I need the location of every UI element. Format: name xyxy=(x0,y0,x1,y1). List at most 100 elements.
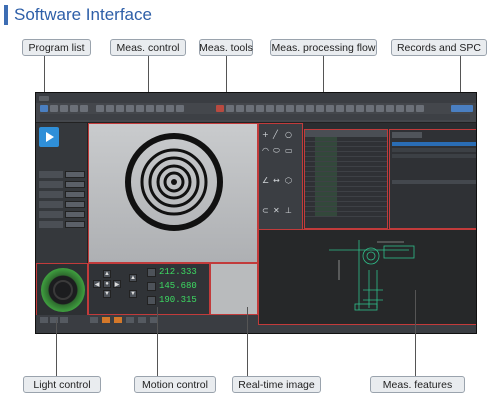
program-list-panel xyxy=(36,123,88,263)
angle-tool-icon[interactable]: ∠ xyxy=(262,176,269,185)
toolbar-icon[interactable] xyxy=(296,105,304,112)
run-program-button[interactable] xyxy=(39,127,59,147)
toolbar-icon[interactable] xyxy=(386,105,394,112)
toolbar-icon[interactable] xyxy=(136,105,144,112)
toolbar-icon[interactable] xyxy=(326,105,334,112)
toolbar-icon[interactable] xyxy=(336,105,344,112)
leader-realtime-image xyxy=(247,307,248,376)
toolbar-icon[interactable] xyxy=(166,105,174,112)
toolbar-icon[interactable] xyxy=(50,105,58,112)
callout-meas-flow: Meas. processing flow xyxy=(270,39,377,56)
records-row[interactable] xyxy=(392,154,476,158)
toolbar-icon[interactable] xyxy=(416,105,424,112)
toolbar-chip[interactable] xyxy=(138,317,146,323)
toolbar-icon[interactable] xyxy=(216,105,224,112)
toolbar-chip[interactable] xyxy=(40,317,48,323)
move-right-button[interactable]: ▶ xyxy=(113,280,121,288)
y-axis-tag xyxy=(147,282,156,291)
software-screenshot: + ╱ ○ ◠ ⬭ ▭ ∠ ↔ ⬡ ⊂ ✕ ⊥ ⊕ ⌯ ⋈ xyxy=(35,92,477,334)
measurement-features-view[interactable] xyxy=(258,229,476,325)
tangent-tool-icon[interactable]: ⊥ xyxy=(285,206,292,215)
toolbar-icon[interactable] xyxy=(40,105,48,112)
home-button[interactable]: ● xyxy=(103,280,111,288)
spc-icon[interactable] xyxy=(451,105,473,112)
processing-flow-table xyxy=(304,129,388,229)
leader-meas-features xyxy=(415,290,416,376)
x-coordinate-readout: 212.333 xyxy=(159,267,197,277)
menu-bar xyxy=(36,93,476,103)
callout-meas-features: Meas. features xyxy=(370,376,465,393)
toolbar-chip[interactable] xyxy=(90,317,98,323)
z-coordinate-readout: 190.315 xyxy=(159,295,197,305)
toolbar-icon[interactable] xyxy=(60,105,68,112)
toolbar-icon[interactable] xyxy=(126,105,134,112)
records-row[interactable] xyxy=(392,148,476,152)
toolbar-icon[interactable] xyxy=(376,105,384,112)
move-left-button[interactable]: ◀ xyxy=(93,280,101,288)
toolbar-icon[interactable] xyxy=(80,105,88,112)
program-row[interactable] xyxy=(39,171,85,178)
toolbar-icon[interactable] xyxy=(146,105,154,112)
program-row[interactable] xyxy=(39,221,85,228)
callout-motion-control: Motion control xyxy=(134,376,216,393)
toolbar-chip[interactable] xyxy=(60,317,68,323)
toolbar-icon[interactable] xyxy=(406,105,414,112)
toolbar-icon[interactable] xyxy=(156,105,164,112)
z-axis-tag xyxy=(147,296,156,305)
program-row[interactable] xyxy=(39,181,85,188)
slot-tool-icon[interactable]: ⊂ xyxy=(262,206,269,215)
toolbar-icon[interactable] xyxy=(286,105,294,112)
page-title: Software Interface xyxy=(14,5,152,24)
records-tab[interactable] xyxy=(392,132,422,138)
toolbar-icon[interactable] xyxy=(346,105,354,112)
realtime-image-view[interactable] xyxy=(210,263,258,315)
move-down-button[interactable]: ▼ xyxy=(103,290,111,298)
toolbar-icon[interactable] xyxy=(316,105,324,112)
toolbar-chip[interactable] xyxy=(126,317,134,323)
arc-tool-icon[interactable]: ◠ xyxy=(262,146,269,155)
intersection-tool-icon[interactable]: ✕ xyxy=(273,206,280,215)
toolbar-chip-active[interactable] xyxy=(102,317,110,323)
polygon-tool-icon[interactable]: ⬡ xyxy=(285,176,292,185)
toolbar-icon[interactable] xyxy=(226,105,234,112)
toolbar-icon[interactable] xyxy=(306,105,314,112)
concentric-target-image xyxy=(125,133,223,231)
rectangle-tool-icon[interactable]: ▭ xyxy=(285,146,293,155)
toolbar-icon[interactable] xyxy=(96,105,104,112)
toolbar-icon[interactable] xyxy=(70,105,78,112)
z-down-button[interactable]: ▼ xyxy=(129,290,137,298)
table-row[interactable] xyxy=(305,212,387,217)
toolbar-icon[interactable] xyxy=(366,105,374,112)
ellipse-tool-icon[interactable]: ⬭ xyxy=(273,146,280,156)
ring-light-center xyxy=(53,280,73,300)
z-up-button[interactable]: ▲ xyxy=(129,274,137,282)
measurement-view[interactable] xyxy=(88,123,258,263)
toolbar-icon[interactable] xyxy=(106,105,114,112)
image-bottom-toolbar xyxy=(36,315,258,325)
toolbar-icon[interactable] xyxy=(246,105,254,112)
status-bar xyxy=(36,325,476,333)
toolbar-icon[interactable] xyxy=(176,105,184,112)
toolbar-icon[interactable] xyxy=(356,105,364,112)
x-axis-tag xyxy=(147,268,156,277)
program-row[interactable] xyxy=(39,211,85,218)
callout-light-control: Light control xyxy=(23,376,101,393)
toolbar-icon[interactable] xyxy=(266,105,274,112)
toolbar-chip-active[interactable] xyxy=(114,317,122,323)
toolbar-icon[interactable] xyxy=(396,105,404,112)
move-up-button[interactable]: ▲ xyxy=(103,270,111,278)
title-accent-bar xyxy=(4,5,8,25)
line-tool-icon[interactable]: ╱ xyxy=(273,130,278,139)
toolbar-icon[interactable] xyxy=(116,105,124,112)
feature-drawing xyxy=(329,240,415,311)
point-tool-icon[interactable]: + xyxy=(262,130,269,139)
toolbar-icon[interactable] xyxy=(256,105,264,112)
circle-tool-icon[interactable]: ○ xyxy=(285,130,292,139)
toolbar-icon[interactable] xyxy=(236,105,244,112)
records-selected-row[interactable] xyxy=(392,142,476,146)
program-row[interactable] xyxy=(39,191,85,198)
distance-tool-icon[interactable]: ↔ xyxy=(273,176,280,185)
toolbar-icon[interactable] xyxy=(276,105,284,112)
callout-meas-control: Meas. control xyxy=(110,39,186,56)
program-row[interactable] xyxy=(39,201,85,208)
